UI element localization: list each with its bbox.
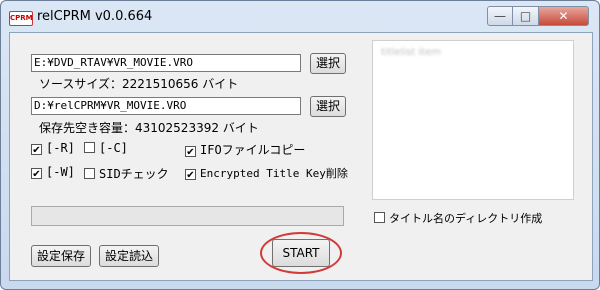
progress-bar	[31, 206, 344, 226]
minimize-button[interactable]: —	[487, 6, 513, 26]
checkbox-checked-icon: ✔	[185, 169, 196, 181]
destination-path-input[interactable]: D:¥relCPRM¥VR_MOVIE.VRO	[31, 97, 301, 115]
option-r-checkbox[interactable]: ✔ [-R]	[31, 141, 75, 156]
checkbox-unchecked-icon	[84, 168, 95, 179]
checkbox-checked-icon: ✔	[185, 146, 196, 158]
title-bar[interactable]: CPRM relCPRM v0.0.664 — □ ✕	[1, 1, 599, 33]
option-w-label: [-W]	[46, 165, 75, 179]
title-list-item[interactable]: titlelist item	[381, 47, 441, 58]
checkbox-checked-icon: ✔	[31, 144, 42, 156]
checkbox-unchecked-icon	[84, 142, 95, 153]
destination-select-button[interactable]: 選択	[310, 96, 346, 117]
app-window: CPRM relCPRM v0.0.664 — □ ✕ E:¥DVD_RTAV¥…	[0, 0, 600, 290]
source-path-input[interactable]: E:¥DVD_RTAV¥VR_MOVIE.VRO	[31, 54, 301, 72]
maximize-button[interactable]: □	[513, 6, 539, 26]
option-r-label: [-R]	[46, 141, 75, 155]
window-title: relCPRM v0.0.664	[37, 9, 153, 24]
load-settings-button[interactable]: 設定読込	[99, 245, 159, 267]
title-directory-label: タイトル名のディレクトリ作成	[389, 212, 543, 225]
sid-check-checkbox[interactable]: SIDチェック	[84, 165, 169, 182]
source-size-label: ソースサイズ：2221510656 バイト	[39, 77, 239, 91]
app-icon: CPRM	[9, 11, 33, 26]
encrypted-title-key-checkbox[interactable]: ✔ Encrypted Title Key削除	[185, 165, 348, 181]
client-area: E:¥DVD_RTAV¥VR_MOVIE.VRO 選択 ソースサイズ：22215…	[9, 32, 593, 281]
free-space-label: 保存先空き容量：43102523392 バイト	[39, 121, 259, 135]
encrypted-title-key-label: Encrypted Title Key削除	[200, 167, 348, 180]
start-highlight-circle	[260, 232, 342, 274]
sid-check-label: SIDチェック	[99, 167, 169, 181]
ifo-copy-checkbox[interactable]: ✔ IFOファイルコピー	[185, 141, 305, 158]
checkbox-checked-icon: ✔	[31, 168, 42, 180]
close-button[interactable]: ✕	[539, 6, 589, 26]
option-w-checkbox[interactable]: ✔ [-W]	[31, 165, 75, 180]
title-directory-checkbox[interactable]: タイトル名のディレクトリ作成	[374, 210, 542, 226]
title-list[interactable]: titlelist item	[372, 40, 574, 200]
checkbox-unchecked-icon	[374, 212, 385, 223]
save-settings-button[interactable]: 設定保存	[31, 245, 91, 267]
option-c-label: [-C]	[99, 141, 128, 155]
ifo-copy-label: IFOファイルコピー	[200, 143, 306, 157]
source-select-button[interactable]: 選択	[310, 53, 346, 74]
option-c-checkbox[interactable]: [-C]	[84, 141, 128, 155]
